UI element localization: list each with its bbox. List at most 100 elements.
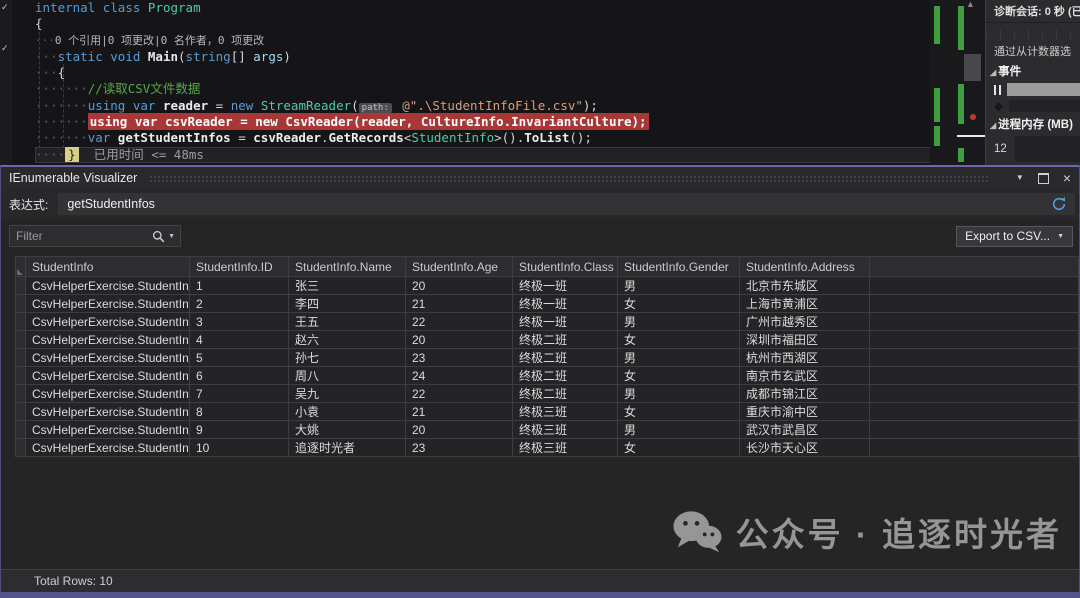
- cell: CsvHelperExercise.StudentInfo: [26, 367, 190, 385]
- cell: 21: [406, 403, 513, 421]
- cell: 成都市锦江区: [740, 385, 870, 403]
- table-row[interactable]: CsvHelperExercise.StudentInfo7吴九22终极二班男成…: [16, 385, 1079, 403]
- memory-section-header[interactable]: ◢进程内存 (MB): [986, 116, 1080, 132]
- column-header[interactable]: StudentInfo.Address: [740, 257, 870, 277]
- cell: 小袁: [289, 403, 406, 421]
- column-header[interactable]: StudentInfo.Gender: [618, 257, 740, 277]
- maximize-button[interactable]: [1038, 173, 1049, 184]
- row-selector[interactable]: [16, 331, 26, 349]
- cell: 终极三班: [513, 439, 618, 457]
- column-header[interactable]: StudentInfo.Age: [406, 257, 513, 277]
- cell: CsvHelperExercise.StudentInfo: [26, 403, 190, 421]
- expression-value: getStudentInfos: [67, 197, 155, 211]
- column-header[interactable]: StudentInfo.Name: [289, 257, 406, 277]
- editor-scrollbar[interactable]: ▲: [930, 0, 985, 165]
- table-row[interactable]: CsvHelperExercise.StudentInfo3王五22终极一班男广…: [16, 313, 1079, 331]
- row-selector[interactable]: [16, 295, 26, 313]
- filter-input[interactable]: Filter ▼: [9, 225, 181, 247]
- row-selector[interactable]: [16, 439, 26, 457]
- cell: 终极一班: [513, 295, 618, 313]
- change-mark: [958, 148, 964, 162]
- cell: 20: [406, 277, 513, 295]
- cell-filler: [870, 403, 1079, 421]
- table-row[interactable]: CsvHelperExercise.StudentInfo5孙七23终极二班男杭…: [16, 349, 1079, 367]
- collapse-triangle-icon[interactable]: ◢: [990, 121, 996, 130]
- editor-gutter[interactable]: ✓ ✓: [0, 0, 12, 165]
- diagnostics-panel: 诊断会话: 0 秒 (已 通过从计数器选 ◢事件 ◆ ◢进程内存 (MB) 12: [985, 0, 1080, 165]
- breakpoint-mark-icon: [970, 114, 976, 120]
- filter-placeholder: Filter: [10, 229, 152, 243]
- cell-filler: [870, 331, 1079, 349]
- row-selector[interactable]: [16, 385, 26, 403]
- header-row: StudentInfoStudentInfo.IDStudentInfo.Nam…: [16, 257, 1079, 277]
- status-bar: Total Rows: 10: [1, 569, 1079, 592]
- events-lane-dark: [1009, 100, 1080, 112]
- cell: 男: [618, 349, 740, 367]
- expression-input[interactable]: getStudentInfos: [58, 193, 1075, 215]
- row-selector[interactable]: [16, 349, 26, 367]
- column-header[interactable]: StudentInfo.Class: [513, 257, 618, 277]
- filter-dropdown-caret-icon[interactable]: ▼: [168, 233, 175, 240]
- code-line: {: [35, 16, 930, 32]
- scroll-up-arrow-icon[interactable]: ▲: [966, 0, 975, 9]
- select-all-corner[interactable]: [16, 257, 26, 277]
- window-titlebar[interactable]: IEnumerable Visualizer ▼ ×: [1, 167, 1079, 189]
- code-line: ···0 个引用|0 项更改|0 名作者，0 项更改: [35, 33, 930, 49]
- indent-guide: [63, 64, 64, 148]
- change-mark: [934, 6, 940, 44]
- cell: 南京市玄武区: [740, 367, 870, 385]
- events-section-header[interactable]: ◢事件: [986, 63, 1080, 79]
- column-header[interactable]: StudentInfo.ID: [190, 257, 289, 277]
- window-menu-button[interactable]: ▼: [1016, 171, 1024, 185]
- table-row[interactable]: CsvHelperExercise.StudentInfo2李四21终极一班女上…: [16, 295, 1079, 313]
- export-to-csv-button[interactable]: Export to CSV... ▼: [956, 226, 1073, 247]
- cell: 3: [190, 313, 289, 331]
- code-line: ·······using var csvReader = new CsvRead…: [35, 114, 930, 130]
- table-row[interactable]: CsvHelperExercise.StudentInfo10追逐时光者23终极…: [16, 439, 1079, 457]
- cell: CsvHelperExercise.StudentInfo: [26, 385, 190, 403]
- filter-row: Filter ▼ Export to CSV... ▼: [1, 219, 1079, 253]
- scrollbar-thumb[interactable]: [964, 54, 981, 81]
- cell: 赵六: [289, 331, 406, 349]
- row-selector[interactable]: [16, 277, 26, 295]
- cell: 8: [190, 403, 289, 421]
- row-selector[interactable]: [16, 367, 26, 385]
- expression-row: 表达式: getStudentInfos: [1, 189, 1079, 219]
- data-grid: StudentInfoStudentInfo.IDStudentInfo.Nam…: [15, 256, 1077, 457]
- cell: 杭州市西湖区: [740, 349, 870, 367]
- refresh-icon[interactable]: [1051, 196, 1067, 212]
- table-row[interactable]: CsvHelperExercise.StudentInfo6周八24终极二班女南…: [16, 367, 1079, 385]
- cell: CsvHelperExercise.StudentInfo: [26, 421, 190, 439]
- cell: 男: [618, 313, 740, 331]
- window-title: IEnumerable Visualizer: [9, 171, 137, 185]
- export-dropdown-caret-icon[interactable]: ▼: [1057, 233, 1064, 240]
- vs-debug-screen: internal class Program{···0 个引用|0 项更改|0 …: [0, 0, 1080, 598]
- cell: 北京市东城区: [740, 277, 870, 295]
- cell: 女: [618, 367, 740, 385]
- cell: 大姚: [289, 421, 406, 439]
- timeline-ruler: [986, 30, 1080, 39]
- total-rows-label: Total Rows: 10: [1, 574, 113, 588]
- fold-marker-icon[interactable]: ✓: [1, 2, 9, 13]
- fold-marker-icon[interactable]: ✓: [1, 43, 9, 54]
- cell: 1: [190, 277, 289, 295]
- close-button[interactable]: ×: [1063, 171, 1071, 185]
- table-row[interactable]: CsvHelperExercise.StudentInfo4赵六20终极二班女深…: [16, 331, 1079, 349]
- cell: 男: [618, 421, 740, 439]
- collapse-triangle-icon[interactable]: ◢: [990, 68, 996, 77]
- row-selector[interactable]: [16, 313, 26, 331]
- row-selector[interactable]: [16, 421, 26, 439]
- row-selector[interactable]: [16, 403, 26, 421]
- watermark: 公众号 · 追逐时光者: [672, 508, 1062, 556]
- caret-position-mark: [957, 135, 985, 137]
- column-header-filler: [870, 257, 1079, 277]
- table-row[interactable]: CsvHelperExercise.StudentInfo8小袁21终极三班女重…: [16, 403, 1079, 421]
- code-editor[interactable]: internal class Program{···0 个引用|0 项更改|0 …: [0, 0, 930, 165]
- table-row[interactable]: CsvHelperExercise.StudentInfo9大姚20终极三班男武…: [16, 421, 1079, 439]
- column-header[interactable]: StudentInfo: [26, 257, 190, 277]
- events-lane-bar: [1007, 83, 1080, 96]
- table-row[interactable]: CsvHelperExercise.StudentInfo1张三20终极一班男北…: [16, 277, 1079, 295]
- cell: CsvHelperExercise.StudentInfo: [26, 331, 190, 349]
- change-mark: [958, 6, 964, 50]
- cell: 终极三班: [513, 403, 618, 421]
